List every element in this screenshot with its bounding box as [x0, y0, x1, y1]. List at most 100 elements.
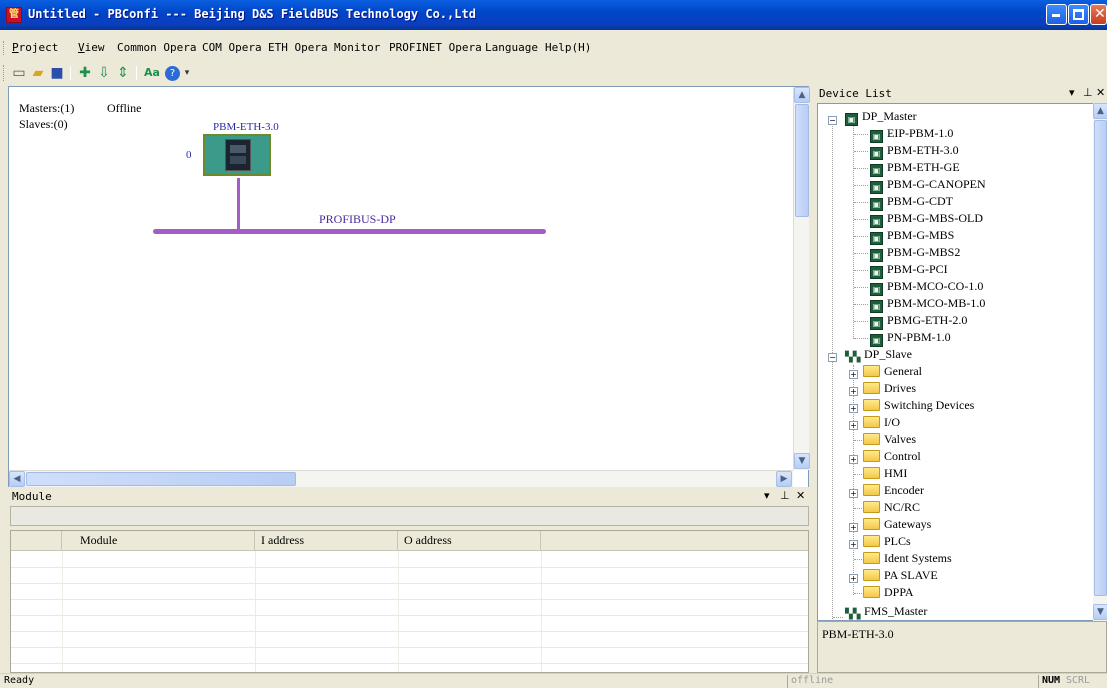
tree-item-category[interactable]: Control [863, 448, 921, 465]
add-icon[interactable]: ✚ [76, 64, 94, 82]
menu-com-opera[interactable]: COM Opera [202, 41, 262, 54]
table-row[interactable] [11, 583, 808, 584]
tree-item-master-device[interactable]: ▣ EIP-PBM-1.0 [870, 125, 953, 143]
column-header-empty[interactable] [541, 531, 808, 551]
tree-item-category[interactable]: Valves [863, 431, 916, 448]
close-icon[interactable]: ✕ [1096, 86, 1105, 99]
column-header-i-address[interactable]: I address [255, 531, 398, 551]
expand-icon[interactable]: + [849, 421, 858, 430]
column-header-module[interactable]: Module [62, 531, 255, 551]
tree-item-master-device[interactable]: ▣ PBM-MCO-CO-1.0 [870, 278, 983, 296]
menu-profinet-opera[interactable]: PROFINET Opera [389, 41, 482, 54]
tree-item-category[interactable]: General [863, 363, 922, 380]
collapse-icon[interactable]: − [828, 116, 837, 125]
menu-grip[interactable] [3, 41, 6, 55]
save-icon[interactable]: ■ [48, 64, 66, 82]
move-updown-icon[interactable]: ⇕ [114, 64, 132, 82]
expand-icon[interactable]: + [849, 370, 858, 379]
tree-item-master-device[interactable]: ▣ PBM-G-MBS-OLD [870, 210, 983, 228]
tree-item-category[interactable]: Drives [863, 380, 916, 397]
scroll-thumb[interactable] [1094, 120, 1107, 596]
table-row[interactable] [11, 599, 808, 600]
close-icon[interactable]: ✕ [796, 489, 805, 502]
tree-item-master-device[interactable]: ▣ PBM-MCO-MB-1.0 [870, 295, 985, 313]
scroll-up-button[interactable]: ▲ [794, 87, 810, 103]
pane-menu-icon[interactable]: ▾ [1069, 86, 1075, 99]
expand-icon[interactable]: + [849, 574, 858, 583]
scroll-down-button[interactable]: ▼ [794, 453, 810, 469]
expand-icon[interactable]: + [849, 540, 858, 549]
open-folder-icon[interactable]: ▰ [29, 64, 47, 82]
font-icon[interactable]: Aa [141, 64, 163, 82]
network-canvas[interactable]: Masters:(1) Offline Slaves:(0) PBM-ETH-3… [8, 86, 809, 488]
arrow-down-icon[interactable]: ⇩ [95, 64, 113, 82]
table-row[interactable] [11, 615, 808, 616]
table-row[interactable] [11, 663, 808, 664]
app-icon[interactable]: 管 [6, 7, 22, 23]
close-button[interactable]: ✕ [1090, 4, 1107, 25]
tree-node-dp-slave[interactable]: ▚▚ DP_Slave [845, 346, 912, 363]
table-row[interactable] [11, 631, 808, 632]
scroll-thumb[interactable] [795, 104, 809, 217]
tree-item-category[interactable]: NC/RC [863, 499, 920, 516]
toolbar-overflow-icon[interactable]: ▾ [182, 64, 192, 82]
collapse-icon[interactable]: − [828, 353, 837, 362]
column-header-o-address[interactable]: O address [398, 531, 541, 551]
tree-item-category[interactable]: Gateways [863, 516, 931, 533]
menu-common-opera[interactable]: Common Opera [117, 41, 196, 54]
scroll-thumb[interactable] [26, 472, 296, 486]
tree-item-category[interactable]: I/O [863, 414, 900, 431]
tree-node-dp-master[interactable]: ▣ DP_Master [845, 108, 917, 126]
menu-view[interactable]: View [78, 41, 105, 54]
profibus-line[interactable] [153, 229, 546, 234]
tree-item-master-device[interactable]: ▣ PBM-G-CDT [870, 193, 953, 211]
menu-help[interactable]: Help(H) [545, 41, 591, 54]
expand-icon[interactable]: + [849, 489, 858, 498]
tree-item-master-device[interactable]: ▣ PBM-G-PCI [870, 261, 948, 279]
expand-icon[interactable]: + [849, 387, 858, 396]
title-bar[interactable]: 管 Untitled - PBConfi --- Beijing D&S Fie… [0, 0, 1107, 30]
toolbar-grip[interactable] [3, 65, 6, 81]
tree-item-master-device[interactable]: ▣ PN-PBM-1.0 [870, 329, 951, 347]
expand-icon[interactable]: + [849, 404, 858, 413]
menu-project[interactable]: Project [12, 41, 58, 54]
menu-eth-opera[interactable]: ETH Opera [268, 41, 328, 54]
module-table[interactable]: Module I address O address [10, 530, 809, 673]
scroll-left-button[interactable]: ◀ [9, 471, 25, 487]
scroll-up-button[interactable]: ▲ [1093, 103, 1107, 119]
tree-item-category[interactable]: DPPA [863, 584, 914, 601]
scroll-down-button[interactable]: ▼ [1093, 604, 1107, 620]
pane-menu-icon[interactable]: ▾ [764, 489, 770, 502]
tree-item-master-device[interactable]: ▣ PBM-G-CANOPEN [870, 176, 986, 194]
scroll-right-button[interactable]: ▶ [776, 471, 792, 487]
pin-icon[interactable]: ⊥ [1083, 86, 1093, 99]
tree-item-master-device[interactable]: ▣ PBM-G-MBS [870, 227, 954, 245]
new-file-icon[interactable]: ▭ [10, 64, 28, 82]
tree-item-category[interactable]: PLCs [863, 533, 911, 550]
table-row[interactable] [11, 567, 808, 568]
help-icon[interactable]: ? [165, 66, 180, 81]
minimize-button[interactable] [1046, 4, 1067, 25]
menu-monitor[interactable]: Monitor [334, 41, 380, 54]
expand-icon[interactable]: + [849, 455, 858, 464]
expand-icon[interactable]: + [849, 523, 858, 532]
device-list-scrollbar[interactable]: ▲ ▼ [1093, 103, 1107, 621]
tree-item-category[interactable]: Ident Systems [863, 550, 952, 567]
maximize-button[interactable] [1068, 4, 1089, 25]
canvas-horizontal-scrollbar[interactable]: ◀ ▶ [9, 470, 793, 487]
menu-language[interactable]: Language [485, 41, 538, 54]
tree-node-fms-master[interactable]: ▚▚ FMS_Master [845, 603, 927, 620]
tree-item-category[interactable]: HMI [863, 465, 907, 482]
tree-item-master-device[interactable]: ▣ PBM-G-MBS2 [870, 244, 960, 262]
table-row[interactable] [11, 647, 808, 648]
device-tree[interactable]: − ▣ DP_Master ▣ EIP-PBM-1.0 ▣ PBM-ETH-3.0 ▣… [817, 103, 1097, 621]
tree-item-master-device[interactable]: ▣ PBM-ETH-3.0 [870, 142, 959, 160]
tree-item-category[interactable]: PA SLAVE [863, 567, 938, 584]
tree-item-master-device[interactable]: ▣ PBM-ETH-GE [870, 159, 960, 177]
tree-item-category[interactable]: Encoder [863, 482, 924, 499]
column-header-index[interactable] [11, 531, 62, 551]
canvas-vertical-scrollbar[interactable]: ▲ ▼ [793, 87, 810, 470]
pin-icon[interactable]: ⊥ [780, 489, 790, 502]
master-device-node[interactable] [203, 134, 271, 176]
tree-item-category[interactable]: Switching Devices [863, 397, 974, 414]
